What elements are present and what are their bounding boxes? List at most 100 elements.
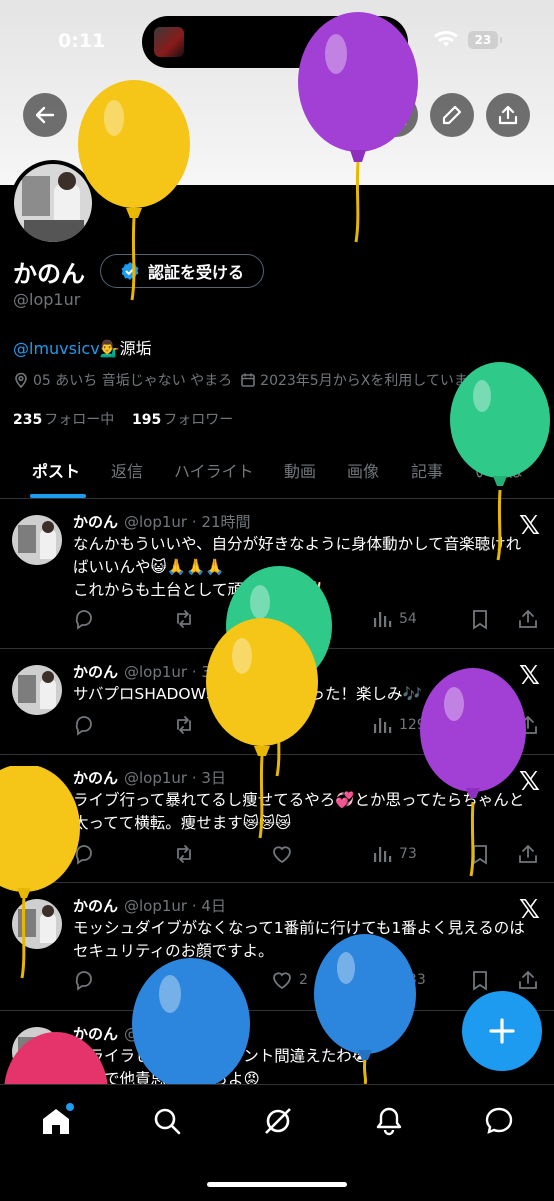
- following-stat[interactable]: 235 フォロー中: [13, 412, 114, 428]
- post-actions: 73: [73, 843, 543, 867]
- reply-button[interactable]: [73, 843, 95, 865]
- share-icon: [519, 609, 537, 628]
- mic-off-icon: [366, 28, 392, 58]
- battery-indicator: 23: [468, 31, 502, 49]
- compose-button[interactable]: [462, 991, 542, 1071]
- back-button[interactable]: [23, 93, 67, 137]
- get-verified-button[interactable]: 認証を受ける: [100, 254, 264, 288]
- nav-notifications[interactable]: [369, 1101, 409, 1141]
- reply-button[interactable]: [73, 608, 95, 630]
- followers-stat[interactable]: 195 フォロワー: [132, 412, 233, 428]
- heart-icon: [273, 846, 291, 864]
- bookmark-icon: [473, 610, 487, 630]
- followers-count: 195: [132, 412, 162, 428]
- tab-replies[interactable]: 返信: [111, 458, 143, 482]
- repost-icon: [177, 971, 191, 989]
- post-author[interactable]: かのん: [73, 513, 118, 531]
- bookmark-button[interactable]: [469, 608, 491, 630]
- nav-home[interactable]: [36, 1101, 76, 1141]
- post-author[interactable]: かのん: [73, 1025, 118, 1043]
- status-time: 0:11: [58, 30, 106, 52]
- profile-tabs: ポスト 返信 ハイライト 動画 画像 記事 いいね: [0, 448, 554, 499]
- share-post-button[interactable]: [517, 969, 539, 991]
- share-button[interactable]: [486, 93, 530, 137]
- plus-icon: [489, 1018, 515, 1044]
- post-text: なんかもういいや、自分が好きなように身体動かして音楽聴けれ ばいいんや😺🙏🙏🙏 これ…: [73, 535, 522, 599]
- reply-icon: [75, 716, 92, 736]
- search-button[interactable]: [374, 93, 418, 137]
- back-icon: [35, 106, 55, 124]
- grok-icon: [265, 1108, 291, 1134]
- reply-button[interactable]: [73, 969, 95, 991]
- views-button[interactable]: 133: [371, 969, 426, 991]
- reply-icon: [75, 845, 92, 865]
- view-count: 129: [399, 717, 426, 733]
- like-count: 1: [299, 611, 308, 627]
- grok-button[interactable]: [318, 93, 362, 137]
- post-item[interactable]: かのん @lop1ur · 21時間 𝕏 なんかもういいや、自分が好きなように身体…: [0, 499, 554, 649]
- share-post-button[interactable]: [517, 843, 539, 865]
- profile-location: 05 あいち 音垢じゃない やまろ: [33, 373, 233, 389]
- view-count: 133: [399, 972, 426, 988]
- repost-button[interactable]: [173, 608, 195, 630]
- tab-videos[interactable]: 動画: [284, 458, 316, 482]
- post-header: かのん @lop1ur · 4日: [73, 897, 226, 915]
- bookmark-button[interactable]: [469, 843, 491, 865]
- like-button[interactable]: [271, 843, 293, 865]
- repost-button[interactable]: [173, 969, 195, 991]
- post-avatar[interactable]: [12, 899, 62, 949]
- views-button[interactable]: 54: [371, 608, 417, 630]
- post-avatar[interactable]: [12, 1027, 62, 1077]
- wifi-icon: [434, 30, 458, 52]
- post-item[interactable]: かのん @lop1ur · 3日 𝕏 サバプロSHADOWSの対バン当たった！楽し…: [0, 649, 554, 755]
- profile-name: かのん: [13, 260, 85, 288]
- repost-button[interactable]: [173, 714, 195, 736]
- post-item[interactable]: かのん @lop1ur · 4日 𝕏 モッシュダイブがなくなって1番前に行けても1…: [0, 883, 554, 1011]
- profile-avatar[interactable]: [10, 160, 96, 246]
- like-button[interactable]: 2: [271, 969, 308, 991]
- views-button[interactable]: 73: [371, 843, 417, 865]
- bookmark-icon: [473, 716, 487, 736]
- heart-icon: [273, 972, 291, 990]
- followers-label: フォロワー: [163, 412, 234, 428]
- repost-button[interactable]: [173, 843, 195, 865]
- post-author[interactable]: かのん: [73, 663, 118, 681]
- nav-explore[interactable]: [147, 1101, 187, 1141]
- heart-icon: [273, 611, 291, 629]
- share-post-button[interactable]: [517, 608, 539, 630]
- edit-button[interactable]: [430, 93, 474, 137]
- bio-mention-link[interactable]: @lmuvsicv: [13, 339, 100, 358]
- tab-likes[interactable]: いいね: [474, 458, 522, 482]
- views-button[interactable]: 129: [371, 714, 426, 736]
- like-button[interactable]: [271, 714, 293, 736]
- post-handle: @lop1ur: [124, 663, 188, 681]
- post-avatar[interactable]: [12, 515, 62, 565]
- tab-photos[interactable]: 画像: [347, 458, 379, 482]
- tab-highlights[interactable]: ハイライト: [174, 458, 254, 482]
- like-button[interactable]: 1: [271, 608, 308, 630]
- post-actions: 2 133: [73, 969, 543, 993]
- tab-articles[interactable]: 記事: [411, 458, 443, 482]
- post-author[interactable]: かのん: [73, 769, 118, 787]
- reply-button[interactable]: [73, 714, 95, 736]
- like-count: 2: [299, 972, 308, 988]
- post-handle: @lop1ur: [124, 897, 188, 915]
- nav-messages[interactable]: [479, 1101, 519, 1141]
- get-verified-label: 認証を受ける: [147, 263, 244, 282]
- post-avatar[interactable]: [12, 665, 62, 715]
- reply-icon: [75, 610, 92, 630]
- post-item[interactable]: かのん @lop1ur · 3日 𝕏 ライブ行って暴れてるし痩せてるやろ💞とか思っ…: [0, 755, 554, 883]
- post-time: 3日: [201, 663, 226, 681]
- grok-icon: [331, 106, 349, 124]
- bookmark-button[interactable]: [469, 714, 491, 736]
- share-post-button[interactable]: [517, 714, 539, 736]
- view-count: 54: [399, 611, 417, 627]
- post-time: 4日: [201, 897, 226, 915]
- post-author[interactable]: かのん: [73, 897, 118, 915]
- tab-posts[interactable]: ポスト: [32, 458, 80, 482]
- post-avatar[interactable]: [12, 771, 62, 821]
- location-icon: [15, 372, 27, 388]
- bookmark-button[interactable]: [469, 969, 491, 991]
- dynamic-island[interactable]: [142, 16, 408, 68]
- nav-grok[interactable]: [258, 1101, 298, 1141]
